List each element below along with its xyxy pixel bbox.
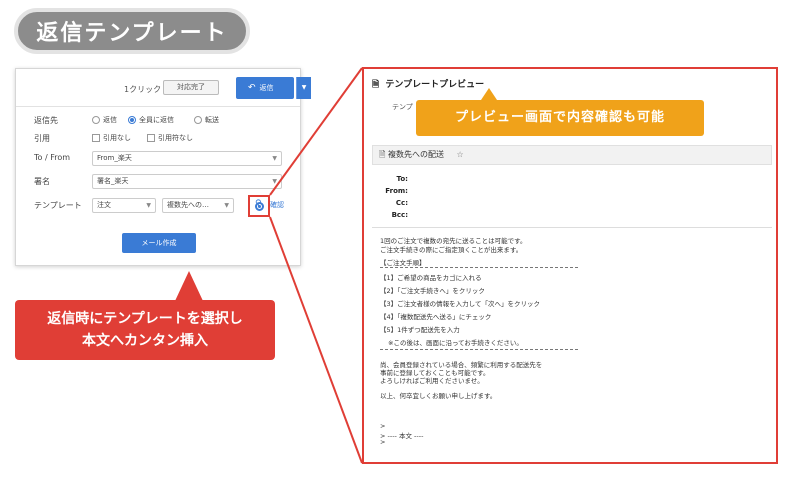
body-quote-2: > ---- 本文 ---- xyxy=(380,432,424,440)
body-section: 【ご注文手順】 xyxy=(380,259,426,267)
quote-row: 引用 引用なし 引用符なし xyxy=(16,129,300,147)
radio-reply[interactable] xyxy=(92,116,100,124)
reply-button[interactable]: ↶ 返信 xyxy=(236,77,294,99)
body-quote-3: > xyxy=(380,438,386,446)
chevron-down-icon: ▼ xyxy=(272,155,277,162)
template-label: テンプレート xyxy=(34,201,82,210)
reply-compose-form: 1クリック 対応完了 ↶ 返信 ▼ 返信先 返信 全員に返信 転送 引用 引用な… xyxy=(15,68,311,266)
checkbox-no-quote-mark-label: 引用符なし xyxy=(158,134,193,142)
radio-reply-all-label: 全員に返信 xyxy=(139,116,174,124)
header-bcc: Bcc: xyxy=(391,211,408,219)
banner-pointer xyxy=(481,88,497,100)
signature-value: 署名_楽天 xyxy=(97,177,129,185)
checkbox-no-quote-label: 引用なし xyxy=(103,134,131,142)
document-icon: 🗎 xyxy=(372,80,380,90)
preview-title-text: テンプレートプレビュー xyxy=(385,80,485,90)
template-category-select[interactable]: 注文 ▼ xyxy=(92,198,156,213)
radio-forward[interactable] xyxy=(194,116,202,124)
signature-row: 署名 署名_楽天 ▼ xyxy=(16,172,300,190)
dashed-divider xyxy=(380,349,578,350)
body-closing: 以上、何卒宜しくお願い申し上げます。 xyxy=(380,392,497,400)
form-header: 1クリック 対応完了 ↶ 返信 ▼ xyxy=(16,69,311,107)
mail-subject-bar: 🗎 複数先への配送 ☆ xyxy=(372,145,772,165)
body-note: ※この後は、画面に沿ってお手続きください。 xyxy=(388,339,523,347)
preview-banner: プレビュー画面で内容確認も可能 xyxy=(416,100,704,136)
checkbox-no-quote-mark[interactable] xyxy=(147,134,155,142)
chevron-down-icon: ▼ xyxy=(272,178,277,185)
signature-label: 署名 xyxy=(34,177,50,186)
mail-icon: 🗎 xyxy=(379,150,386,159)
checkbox-no-quote[interactable] xyxy=(92,134,100,142)
body-step-3: 【3】ご注文者様の情報を入力して「次へ」をクリック xyxy=(380,300,540,308)
reply-to-label: 返信先 xyxy=(34,116,58,125)
mail-subject: 複数先への配送 xyxy=(387,150,444,159)
to-from-row: To / From From_楽天 ▼ xyxy=(16,149,300,167)
template-category-value: 注文 xyxy=(97,201,111,209)
radio-reply-label: 返信 xyxy=(103,116,117,124)
dashed-divider xyxy=(380,267,578,268)
reply-icon: ↶ xyxy=(248,83,256,93)
star-icon[interactable]: ☆ xyxy=(457,150,464,159)
callout-line-2: 本文へカンタン挿入 xyxy=(82,333,208,349)
page-title: 返信テンプレート xyxy=(14,8,250,54)
chevron-down-icon: ▼ xyxy=(146,202,151,209)
body-member-3: よろしければご利用くださいませ。 xyxy=(380,377,484,385)
body-intro-2: ご注文手続きの際にご指定頂くことが出来ます。 xyxy=(380,246,523,254)
header-cc: Cc: xyxy=(395,199,408,207)
reply-dropdown-toggle[interactable]: ▼ xyxy=(296,77,311,99)
body-step-5: 【5】1件ずつ配送先を入力 xyxy=(380,326,460,334)
template-value: 複数先への… xyxy=(167,201,209,209)
callout-pointer xyxy=(175,271,203,301)
quote-label: 引用 xyxy=(34,134,50,143)
done-button[interactable]: 対応完了 xyxy=(163,80,219,95)
one-click-label: 1クリック xyxy=(124,85,162,94)
preview-sub-label: テンプ xyxy=(392,103,413,111)
to-from-select[interactable]: From_楽天 ▼ xyxy=(92,151,282,166)
header-from: From: xyxy=(385,187,408,195)
feature-callout: 返信時にテンプレートを選択し 本文へカンタン挿入 xyxy=(15,300,275,360)
divider xyxy=(372,227,772,228)
template-preview-panel: 🗎 テンプレートプレビュー テンプ プレビュー画面で内容確認も可能 🗎 複数先へ… xyxy=(362,67,778,464)
chevron-down-icon: ▼ xyxy=(224,202,229,209)
signature-select[interactable]: 署名_楽天 ▼ xyxy=(92,174,282,189)
body-step-2: 【2】「ご注文手続きへ」をクリック xyxy=(380,287,485,295)
body-step-4: 【4】「複数配送先へ送る」にチェック xyxy=(380,313,492,321)
body-quote-1: > xyxy=(380,422,386,430)
template-select[interactable]: 複数先への… ▼ xyxy=(162,198,234,213)
header-to: To: xyxy=(396,175,408,183)
reply-to-row: 返信先 返信 全員に返信 転送 xyxy=(16,111,300,129)
compose-mail-button[interactable]: メール作成 xyxy=(122,233,196,253)
to-from-value: From_楽天 xyxy=(97,154,132,162)
body-step-1: 【1】ご希望の商品をカゴに入れる xyxy=(380,274,482,282)
callout-line-1: 返信時にテンプレートを選択し xyxy=(47,311,243,327)
preview-title: 🗎 テンプレートプレビュー xyxy=(372,77,484,93)
radio-reply-all[interactable] xyxy=(128,116,136,124)
preview-check-label[interactable]: 確認 xyxy=(270,200,284,210)
radio-forward-label: 転送 xyxy=(205,116,219,124)
reply-button-label: 返信 xyxy=(259,84,274,92)
to-from-label: To / From xyxy=(34,153,71,162)
preview-radio-icon[interactable] xyxy=(255,202,264,211)
